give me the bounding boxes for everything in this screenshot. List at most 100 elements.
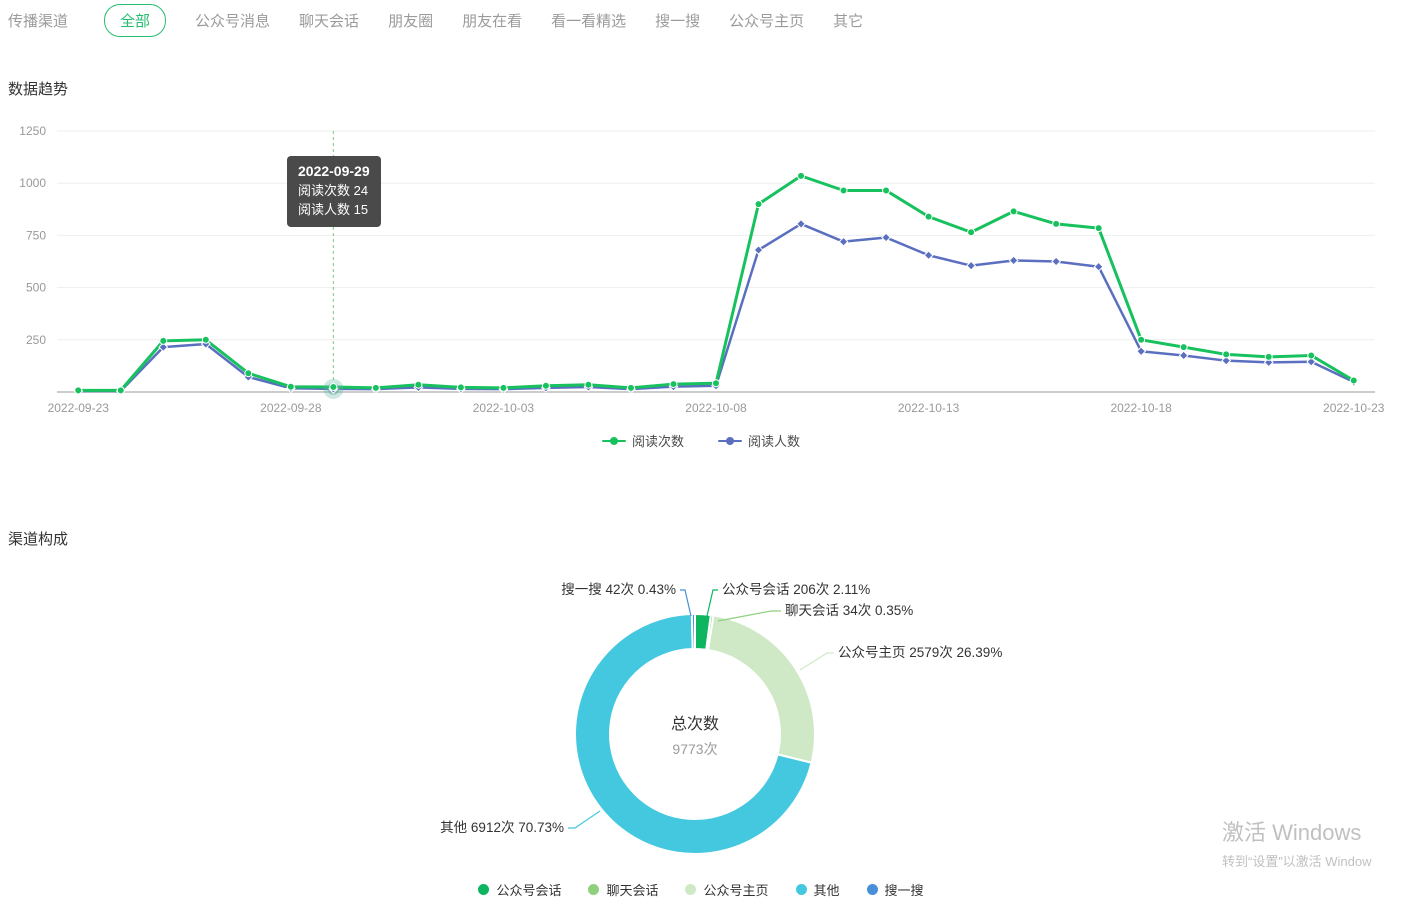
channel-pie-svg: 公众号会话 206次 2.11% 聊天会话 34次 0.35% 公众号主页 2579… <box>440 582 1002 855</box>
point-read-count[interactable] <box>286 382 295 391</box>
nav-tab-4[interactable]: 朋友在看 <box>462 10 522 31</box>
point-read-count[interactable] <box>669 380 678 389</box>
pie-callout-line-3 <box>568 810 601 829</box>
channel-nav: 传播渠道 全部 公众号消息 聊天会话 朋友圈 朋友在看 看一看精选 搜一搜 公众号主页 其它 <box>0 0 1402 40</box>
point-read-count[interactable] <box>1137 335 1146 344</box>
nav-tab-8[interactable]: 其它 <box>833 10 863 31</box>
point-read-count[interactable] <box>967 228 976 237</box>
watermark-line1: 激活 Windows <box>1222 820 1362 845</box>
point-read-count[interactable] <box>414 380 423 389</box>
x-tick-label: 2022-09-23 <box>48 401 110 415</box>
point-read-users[interactable] <box>923 250 934 261</box>
point-read-count[interactable] <box>329 382 338 391</box>
trend-chart-svg: 250 500 750 1000 1250 2022-09-23 2022-09-28 202… <box>19 124 1385 415</box>
pie-callout-label-3: 其他 6912次 70.73% <box>440 820 564 835</box>
point-read-count[interactable] <box>1264 352 1273 361</box>
nav-label: 传播渠道 <box>8 12 69 30</box>
point-read-count[interactable] <box>839 186 848 195</box>
pie-callout-label-1: 聊天会话 34次 0.35% <box>785 603 913 618</box>
point-read-count[interactable] <box>1222 350 1231 359</box>
point-read-count[interactable] <box>1307 351 1316 360</box>
point-read-count[interactable] <box>1179 343 1188 352</box>
nav-tabs: 全部 公众号消息 聊天会话 朋友圈 朋友在看 看一看精选 搜一搜 公众号主页 其它 <box>104 3 863 37</box>
point-read-users[interactable] <box>1136 346 1147 357</box>
pie-legend: 公众号会话 聊天会话 公众号主页 其他 搜一搜 <box>0 880 1402 899</box>
pie-legend-item-1[interactable]: 聊天会话 <box>588 880 658 899</box>
tooltip-date: 2022-09-29 <box>298 163 370 179</box>
pie-callout-line-1 <box>717 610 781 622</box>
nav-tab-2[interactable]: 聊天会话 <box>299 10 359 31</box>
point-read-count[interactable] <box>797 171 806 180</box>
nav-tab-1[interactable]: 公众号消息 <box>195 10 270 31</box>
pie-legend-item-2[interactable]: 公众号主页 <box>685 880 769 899</box>
pie-callout-label-2: 公众号主页 2579次 26.39% <box>838 645 1002 660</box>
pie-slice-4[interactable] <box>690 612 696 651</box>
x-tick-label: 2022-09-28 <box>260 401 322 415</box>
point-read-count[interactable] <box>74 386 83 395</box>
y-tick-label: 750 <box>26 228 46 242</box>
point-read-users[interactable] <box>966 260 977 271</box>
line-read-users[interactable] <box>78 222 1355 393</box>
x-tick-label: 2022-10-23 <box>1323 401 1385 415</box>
pie-legend-item-0[interactable]: 公众号会话 <box>478 880 561 899</box>
x-tick-label: 2022-10-08 <box>685 401 747 415</box>
tooltip-row-read-users: 阅读人数 15 <box>298 201 369 217</box>
pie-callout-line-0 <box>706 589 718 617</box>
point-read-count[interactable] <box>201 335 210 344</box>
x-tick-label: 2022-10-13 <box>898 401 960 415</box>
point-read-users[interactable] <box>1093 261 1104 272</box>
point-read-count[interactable] <box>584 380 593 389</box>
pie-center-label: 总次数 <box>671 715 719 733</box>
point-read-count[interactable] <box>116 386 125 395</box>
legend-line-dot-icon <box>718 436 742 445</box>
point-read-users[interactable] <box>838 236 849 247</box>
point-read-count[interactable] <box>924 212 933 221</box>
nav-tab-0[interactable]: 全部 <box>104 3 167 37</box>
point-read-count[interactable] <box>882 186 891 195</box>
point-read-count[interactable] <box>1349 376 1358 385</box>
y-tick-label: 1250 <box>19 124 46 138</box>
point-read-count[interactable] <box>1094 224 1103 233</box>
pie-callout-label-0: 公众号会话 206次 2.11% <box>722 582 870 597</box>
point-read-count[interactable] <box>754 200 763 209</box>
point-read-users[interactable] <box>1178 350 1189 361</box>
tooltip-row-read-count: 阅读次数 24 <box>298 183 369 198</box>
point-read-count[interactable] <box>371 383 380 392</box>
pie-callout-line-2 <box>799 652 834 671</box>
nav-tab-6[interactable]: 搜一搜 <box>655 10 700 31</box>
legend-dot-icon <box>866 884 878 895</box>
legend-dot-icon <box>795 884 807 895</box>
trend-legend-item-0[interactable]: 阅读次数 <box>601 431 684 450</box>
point-read-count[interactable] <box>626 383 635 392</box>
watermark-line2: 转到“设置”以激活 Window <box>1222 854 1372 870</box>
channel-section-title: 渠道构成 <box>8 531 69 548</box>
x-tick-label: 2022-10-03 <box>473 401 535 415</box>
legend-dot-icon <box>478 884 490 895</box>
nav-tab-7[interactable]: 公众号主页 <box>729 10 804 31</box>
point-read-count[interactable] <box>1009 207 1018 216</box>
point-read-count[interactable] <box>712 379 720 388</box>
trend-legend: 阅读次数 阅读人数 <box>0 431 1402 450</box>
point-read-count[interactable] <box>1052 219 1061 228</box>
windows-watermark: 激活 Windows 转到“设置”以激活 Window <box>1222 820 1372 870</box>
pie-slice-2[interactable] <box>706 614 816 764</box>
point-read-users[interactable] <box>881 232 892 243</box>
y-tick-label: 250 <box>26 333 46 347</box>
legend-dot-icon <box>588 884 600 895</box>
line-read-count[interactable] <box>78 174 1355 392</box>
pie-legend-item-4[interactable]: 搜一搜 <box>866 880 924 899</box>
nav-tab-3[interactable]: 朋友圈 <box>388 10 433 31</box>
trend-section-title: 数据趋势 <box>8 81 69 98</box>
point-read-count[interactable] <box>499 383 508 392</box>
point-read-count[interactable] <box>456 383 465 392</box>
point-read-count[interactable] <box>244 369 253 378</box>
point-read-users[interactable] <box>1051 256 1062 267</box>
page: 传播渠道 全部 公众号消息 聊天会话 朋友圈 朋友在看 看一看精选 搜一搜 公众号主页 其它 数… <box>0 0 1402 904</box>
trend-legend-item-1[interactable]: 阅读人数 <box>718 431 800 450</box>
point-read-users[interactable] <box>1008 255 1019 266</box>
nav-tab-5[interactable]: 看一看精选 <box>551 10 626 31</box>
pie-legend-item-3[interactable]: 其他 <box>795 880 840 899</box>
y-tick-label: 1000 <box>19 176 46 190</box>
point-read-count[interactable] <box>541 381 550 390</box>
point-read-count[interactable] <box>159 336 168 345</box>
